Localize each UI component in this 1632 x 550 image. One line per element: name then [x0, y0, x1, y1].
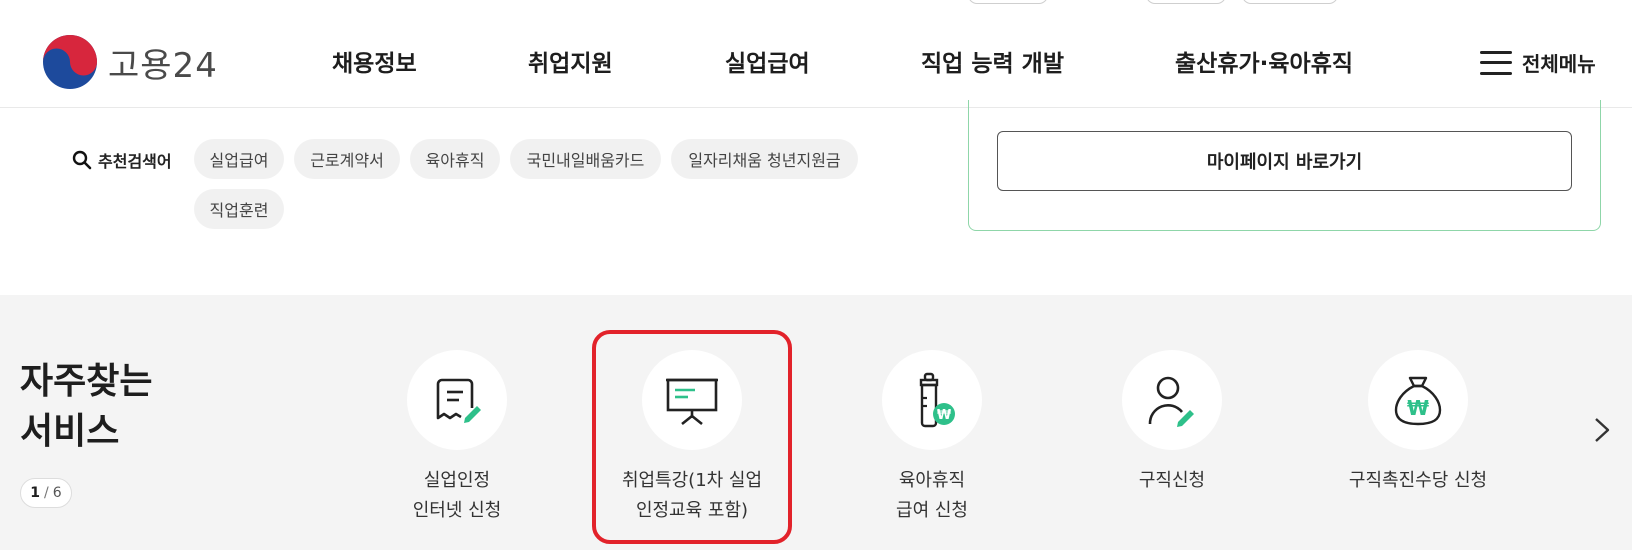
chevron-right-icon[interactable]	[1590, 415, 1614, 445]
nav-item-jobs[interactable]: 채용정보	[332, 44, 417, 78]
selected-service-highlight	[592, 330, 792, 544]
svg-text:₩: ₩	[1407, 396, 1429, 420]
section-title-line: 자주찾는	[20, 361, 153, 402]
service-item-job-promotion-allowance[interactable]: ₩ 구직촉진수당 신청	[1318, 350, 1518, 496]
all-menu-label: 전체메뉴	[1522, 52, 1596, 76]
pager-current: 1	[30, 485, 41, 501]
baby-bottle-won-icon: ₩	[919, 372, 955, 428]
logo-text: 고용24	[108, 45, 218, 86]
pager-separator: /	[44, 485, 49, 501]
search-chip[interactable]: 육아휴직	[410, 139, 500, 179]
section-title-line: 서비스	[20, 411, 120, 452]
service-label: 육아휴직 급여 신청	[896, 470, 968, 521]
nav-item-job-skills[interactable]: 직업 능력 개발	[921, 44, 1064, 78]
service-label: 구직촉진수당 신청	[1348, 470, 1488, 491]
nav-item-parental-leave[interactable]: 출산휴가·육아휴직	[1175, 44, 1353, 78]
search-chip[interactable]: 실업급여	[194, 139, 284, 179]
mypage-button[interactable]: 마이페이지 바로가기	[997, 131, 1572, 191]
service-icon-circle: ₩	[1368, 350, 1468, 450]
search-icon	[72, 150, 92, 170]
service-item-unemployment-recognition[interactable]: 실업인정 인터넷 신청	[357, 350, 557, 526]
service-icon-circle: ₩	[882, 350, 982, 450]
service-item-parental-leave-benefit[interactable]: ₩ 육아휴직 급여 신청	[832, 350, 1032, 526]
nav-item-unemployment-benefits[interactable]: 실업급여	[725, 44, 810, 78]
site-logo[interactable]: 고용24	[42, 34, 218, 90]
nav-item-employment-support[interactable]: 취업지원	[528, 44, 613, 78]
site-header: 고용24 채용정보 취업지원 실업급여 직업 능력 개발 출산휴가·육아휴직 전…	[0, 0, 1632, 108]
top-utility-button[interactable]	[1242, 0, 1338, 4]
taegeuk-logo-icon	[43, 35, 97, 89]
recommended-search-label: 추천검색어	[72, 148, 172, 172]
hamburger-icon	[1480, 50, 1512, 75]
top-utility-button[interactable]	[968, 0, 1048, 4]
service-icon-circle	[1122, 350, 1222, 450]
section-title: 자주찾는 서비스	[20, 357, 152, 457]
search-chip[interactable]: 근로계약서	[294, 139, 400, 179]
service-label: 실업인정 인터넷 신청	[412, 470, 502, 521]
frequent-services-section: 자주찾는 서비스 1 / 6 실업인정 인터넷 신청 취업특강(1차 실업 인정…	[0, 295, 1632, 550]
slide-pager: 1 / 6	[20, 478, 72, 508]
money-bag-won-icon: ₩	[1394, 376, 1442, 426]
person-edit-icon	[1148, 376, 1194, 427]
search-chip[interactable]: 국민내일배움카드	[510, 139, 661, 179]
all-menu-button[interactable]: 전체메뉴	[1480, 48, 1596, 77]
search-chip[interactable]: 일자리채움 청년지원금	[671, 139, 858, 179]
svg-text:₩: ₩	[937, 408, 952, 423]
service-label: 구직신청	[1138, 470, 1206, 491]
document-edit-icon	[436, 378, 481, 423]
service-icon-circle	[407, 350, 507, 450]
pager-total: 6	[52, 485, 62, 501]
search-chip[interactable]: 직업훈련	[194, 189, 284, 229]
top-utility-button[interactable]	[1146, 0, 1226, 4]
recommended-search-text: 추천검색어	[98, 152, 172, 171]
service-item-job-seeking-application[interactable]: 구직신청	[1072, 350, 1272, 496]
